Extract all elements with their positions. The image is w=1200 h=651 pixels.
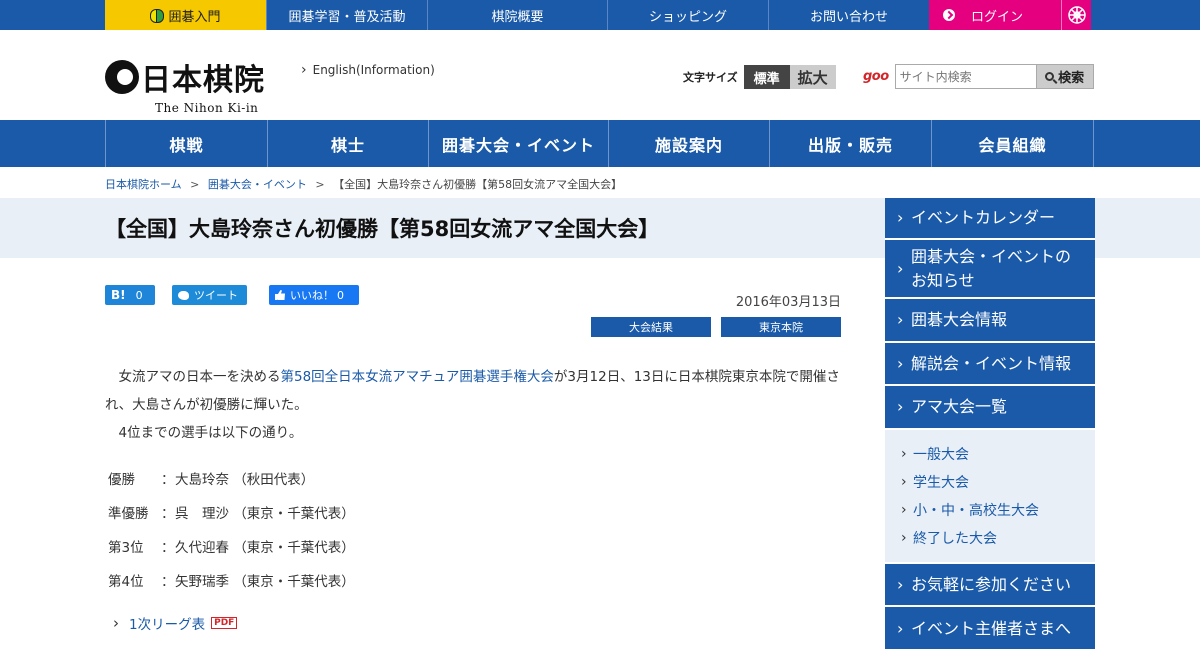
results-list: 優勝 ： 大島玲奈 （秋田代表） 準優勝 ： 呉 理沙 （東京・千葉代表） 第3… [105, 461, 355, 597]
result-row: 準優勝 ： 呉 理沙 （東京・千葉代表） [108, 506, 355, 522]
breadcrumb-home[interactable]: 日本棋院ホーム [105, 178, 182, 191]
beginner-leaf-icon [150, 8, 165, 23]
main-nav: 棋戦 棋士 囲碁大会・イベント 施設案内 出版・販売 会員組織 [0, 120, 1200, 167]
nav-players[interactable]: 棋士 [267, 120, 428, 167]
sidebar: イベントカレンダー 囲碁大会・イベントのお知らせ 囲碁大会情報 解説会・イベント… [885, 198, 1095, 651]
tag-list: 大会結果 東京本院 [581, 317, 841, 337]
site-logo[interactable]: 日本棋院 The Nihon Ki-in [105, 55, 265, 115]
top-bar: 囲碁入門 囲碁学習・普及活動 棋院概要 ショッピング お問い合わせ ログイン [0, 0, 1200, 30]
tag-results[interactable]: 大会結果 [591, 317, 711, 337]
sidebar-item-join[interactable]: お気軽に参加ください [885, 564, 1095, 607]
sidebar-item-calendar[interactable]: イベントカレンダー [885, 198, 1095, 240]
login-button[interactable]: ログイン [929, 0, 1061, 30]
sidebar-sub-school[interactable]: 小・中・高校生大会 [885, 496, 1095, 524]
topnav-about[interactable]: 棋院概要 [427, 0, 607, 30]
nav-publishing[interactable]: 出版・販売 [769, 120, 931, 167]
topnav-contact[interactable]: お問い合わせ [768, 0, 929, 30]
english-link[interactable]: English(Information) [301, 62, 435, 78]
result-row: 優勝 ： 大島玲奈 （秋田代表） [108, 472, 315, 488]
nav-facilities[interactable]: 施設案内 [608, 120, 769, 167]
sidebar-item-commentary-events[interactable]: 解説会・イベント情報 [885, 343, 1095, 386]
league-table-link[interactable]: 1次リーグ表 PDF [113, 613, 238, 633]
article: B! 0 ツイート いいね！ 0 2016年03月13日 大会結果 東京本院 女… [105, 285, 841, 633]
nav-tournaments[interactable]: 棋戦 [105, 120, 267, 167]
tweet-button[interactable]: ツイート [172, 285, 247, 305]
breadcrumb: 日本棋院ホーム > 囲碁大会・イベント > 【全国】大島玲奈さん初優勝【第58回… [105, 178, 623, 191]
goo-logo: goo [863, 69, 889, 84]
hatena-bookmark-button[interactable]: B! 0 [105, 285, 155, 305]
twitter-icon [178, 290, 189, 300]
font-size-large-button[interactable]: 拡大 [789, 65, 836, 89]
sidebar-item-amateur-list[interactable]: アマ大会一覧 [885, 386, 1095, 430]
search-input[interactable] [894, 64, 1037, 89]
tournament-link[interactable]: 第58回全日本女流アマチュア囲碁選手権大会 [281, 369, 554, 385]
sidebar-item-organizers[interactable]: イベント主催者さまへ [885, 607, 1095, 651]
member-button[interactable] [1061, 0, 1091, 30]
thumbs-up-icon [275, 290, 285, 300]
result-row: 第4位 ： 矢野瑞季 （東京・千葉代表） [108, 574, 355, 590]
site-header: 日本棋院 The Nihon Ki-in English(Information… [0, 30, 1200, 120]
nav-events[interactable]: 囲碁大会・イベント [428, 120, 608, 167]
wheel-icon [1067, 6, 1086, 24]
sidebar-item-tournament-info[interactable]: 囲碁大会情報 [885, 299, 1095, 343]
logo-mark-icon [105, 60, 139, 94]
page-title: 【全国】大島玲奈さん初優勝【第58回女流アマ全国大会】 [105, 217, 660, 241]
post-date: 2016年03月13日 [735, 295, 841, 310]
pdf-icon: PDF [211, 617, 238, 629]
sidebar-submenu: 一般大会 学生大会 小・中・高校生大会 終了した大会 [885, 430, 1095, 564]
facebook-like-button[interactable]: いいね！ 0 [269, 285, 359, 305]
nav-membership[interactable]: 会員組織 [931, 120, 1094, 167]
sidebar-sub-student[interactable]: 学生大会 [885, 468, 1095, 496]
site-search: goo 検索 [863, 64, 1094, 89]
font-size-standard-button[interactable]: 標準 [743, 65, 790, 89]
topnav-learning[interactable]: 囲碁学習・普及活動 [266, 0, 427, 30]
search-button[interactable]: 検索 [1036, 64, 1094, 89]
article-body: 女流アマの日本一を決める第58回全日本女流アマチュア囲碁選手権大会が3月12日、… [105, 369, 840, 441]
sidebar-sub-general[interactable]: 一般大会 [885, 440, 1095, 468]
sidebar-sub-finished[interactable]: 終了した大会 [885, 524, 1095, 552]
font-size-switcher: 文字サイズ 標準 拡大 [683, 65, 836, 89]
breadcrumb-current: 【全国】大島玲奈さん初優勝【第58回女流アマ全国大会】 [333, 178, 623, 191]
breadcrumb-events[interactable]: 囲碁大会・イベント [208, 178, 307, 191]
topnav-shopping[interactable]: ショッピング [607, 0, 768, 30]
tag-tokyo[interactable]: 東京本院 [721, 317, 841, 337]
sidebar-item-event-news[interactable]: 囲碁大会・イベントのお知らせ [885, 240, 1095, 299]
social-buttons: B! 0 ツイート いいね！ 0 [105, 285, 841, 305]
topnav-beginner[interactable]: 囲碁入門 [105, 0, 266, 30]
search-icon [1045, 72, 1055, 81]
result-row: 第3位 ： 久代迎春 （東京・千葉代表） [108, 540, 355, 556]
arrow-circle-icon [943, 9, 955, 21]
